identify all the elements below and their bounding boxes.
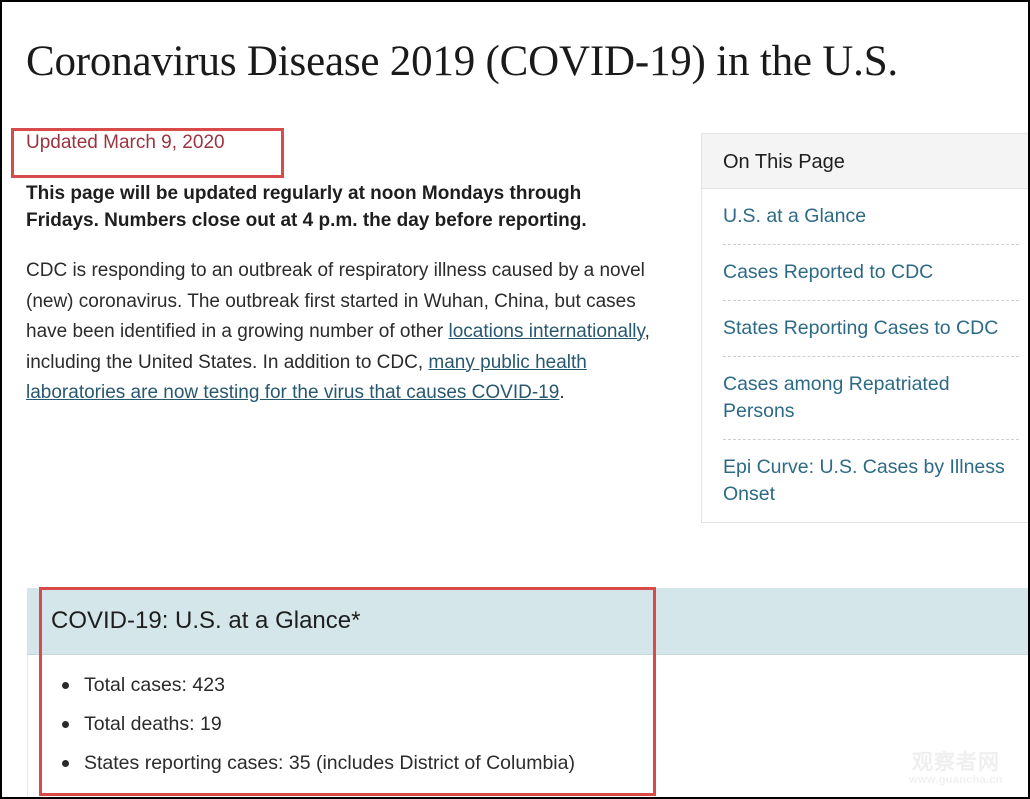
link-locations-internationally[interactable]: locations internationally <box>449 321 645 342</box>
sidebar-link-cases-among-repatriated-persons[interactable]: Cases among Repatriated Persons <box>723 357 1019 439</box>
us-at-a-glance-list: Total cases: 423 Total deaths: 19 States… <box>28 673 1030 790</box>
page-container: Coronavirus Disease 2019 (COVID-19) in t… <box>0 0 1030 799</box>
intro-paragraph: CDC is responding to an outbreak of resp… <box>26 256 681 409</box>
sidebar-link-states-reporting-cases-to-cdc[interactable]: States Reporting Cases to CDC <box>723 301 1019 356</box>
sidebar-link-cases-reported-to-cdc[interactable]: Cases Reported to CDC <box>723 245 1019 300</box>
list-item-total-cases: Total cases: 423 <box>84 673 1030 712</box>
intro-text-part-3: . <box>559 382 564 403</box>
list-item: States Reporting Cases to CDC <box>723 301 1019 357</box>
list-item: Epi Curve: U.S. Cases by Illness Onset <box>723 440 1019 522</box>
on-this-page-header: On This Page <box>702 134 1030 189</box>
list-item-states-reporting-cases: States reporting cases: 35 (includes Dis… <box>84 751 1030 790</box>
page-title: Coronavirus Disease 2019 (COVID-19) in t… <box>26 33 1016 91</box>
main-content-column: Updated March 9, 2020 This page will be … <box>26 130 686 409</box>
list-item: Cases Reported to CDC <box>723 245 1019 301</box>
updated-date: Updated March 9, 2020 <box>26 130 686 156</box>
us-at-a-glance-panel: COVID-19: U.S. at a Glance* Total cases:… <box>27 588 1030 799</box>
us-at-a-glance-body: Total cases: 423 Total deaths: 19 States… <box>27 655 1030 799</box>
us-at-a-glance-header: COVID-19: U.S. at a Glance* <box>27 588 1030 655</box>
watermark-url: www.guancha.cn <box>896 774 1016 787</box>
watermark: 观察者网 www.guancha.cn <box>896 751 1016 787</box>
list-item: U.S. at a Glance <box>723 189 1019 245</box>
list-item-total-deaths: Total deaths: 19 <box>84 712 1030 751</box>
sidebar-link-us-at-a-glance[interactable]: U.S. at a Glance <box>723 189 1019 244</box>
watermark-chinese-text: 观察者网 <box>896 751 1016 774</box>
on-this-page-panel: On This Page U.S. at a Glance Cases Repo… <box>701 133 1030 523</box>
sidebar-link-epi-curve-us-cases-by-illness-onset[interactable]: Epi Curve: U.S. Cases by Illness Onset <box>723 440 1019 522</box>
list-item: Cases among Repatriated Persons <box>723 357 1019 440</box>
update-schedule-notice: This page will be updated regularly at n… <box>26 180 651 234</box>
on-this-page-list: U.S. at a Glance Cases Reported to CDC S… <box>702 189 1030 522</box>
